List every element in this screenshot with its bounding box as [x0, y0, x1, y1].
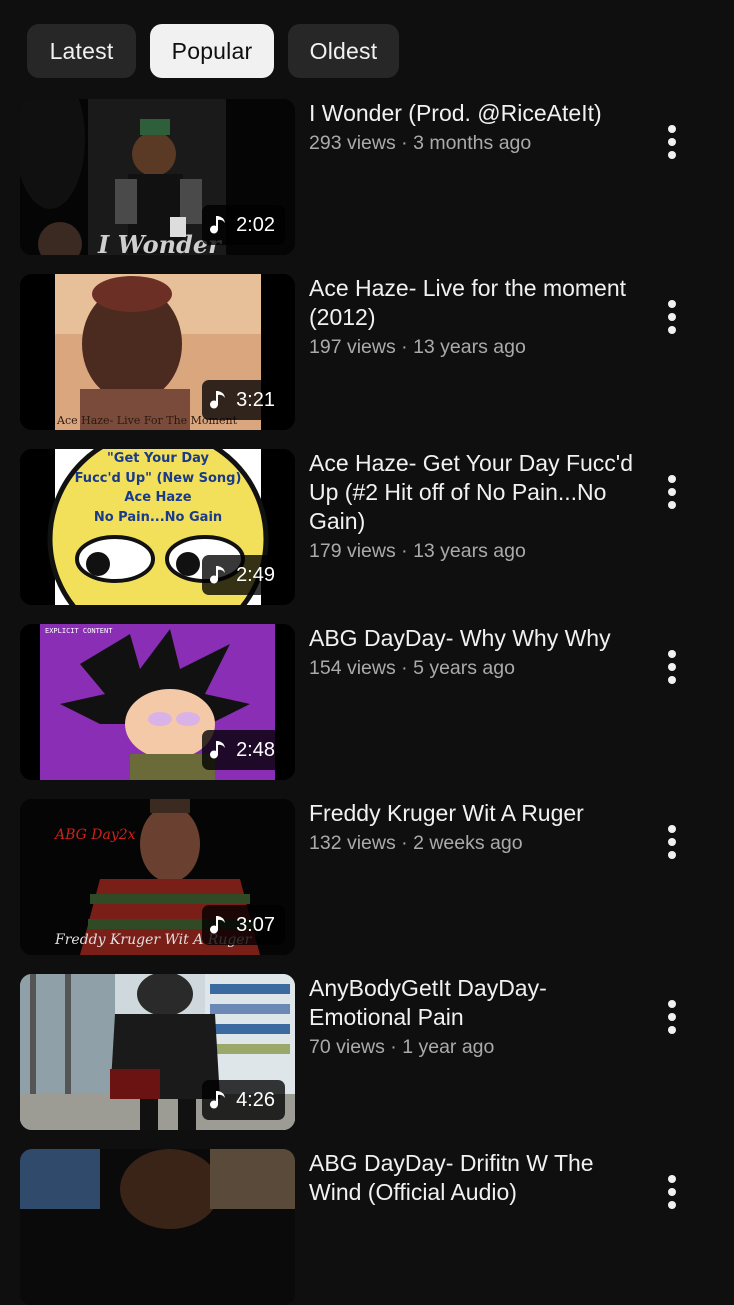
- filter-chip-oldest[interactable]: Oldest: [288, 24, 399, 78]
- video-item[interactable]: ABG DayDay- Drifitn W The Wind (Official…: [20, 1149, 720, 1305]
- duration-text: 2:48: [236, 738, 275, 761]
- filter-chip-popular[interactable]: Popular: [150, 24, 274, 78]
- view-count: 179 views: [309, 540, 396, 562]
- view-count: 132 views: [309, 832, 396, 854]
- video-meta: 154 views · 5 years ago: [309, 654, 639, 682]
- video-thumbnail[interactable]: EXPLICIT CONTENT 2:48: [20, 624, 295, 780]
- upload-age: 5 years ago: [413, 657, 515, 679]
- filter-chips: Latest Popular Oldest: [27, 24, 399, 78]
- view-count: 70 views: [309, 1036, 385, 1058]
- music-note-icon: [210, 566, 226, 584]
- meta-separator: ·: [395, 336, 414, 358]
- video-title[interactable]: Ace Haze- Get Your Day Fucc'd Up (#2 Hit…: [309, 449, 639, 536]
- duration-badge: 3:07: [202, 905, 285, 945]
- video-title[interactable]: Freddy Kruger Wit A Ruger: [309, 799, 639, 828]
- more-vert-icon[interactable]: [660, 825, 684, 859]
- more-vert-icon[interactable]: [660, 650, 684, 684]
- thumbnail-text: "Get Your Day: [107, 451, 210, 466]
- more-vert-icon[interactable]: [660, 300, 684, 334]
- meta-separator: ·: [395, 832, 414, 854]
- meta-separator: ·: [395, 657, 414, 679]
- music-note-icon: [210, 391, 226, 409]
- duration-text: 2:02: [236, 213, 275, 236]
- upload-age: 1 year ago: [402, 1036, 495, 1058]
- video-thumbnail[interactable]: I Wonder 2:02: [20, 99, 295, 255]
- video-info: Ace Haze- Get Your Day Fucc'd Up (#2 Hit…: [309, 449, 639, 565]
- video-thumbnail[interactable]: ABG Day2x Freddy Kruger Wit A Ruger 3:07: [20, 799, 295, 955]
- video-item[interactable]: 4:26 AnyBodyGetIt DayDay- Emotional Pain…: [20, 974, 720, 1130]
- video-info: ABG DayDay- Why Why Why 154 views · 5 ye…: [309, 624, 639, 682]
- duration-text: 3:07: [236, 913, 275, 936]
- meta-separator: ·: [395, 132, 414, 154]
- music-note-icon: [210, 741, 226, 759]
- video-thumbnail[interactable]: Ace Haze- Live For The Moment 3:21: [20, 274, 295, 430]
- upload-age: 13 years ago: [413, 336, 526, 358]
- view-count: 197 views: [309, 336, 396, 358]
- video-info: Ace Haze- Live for the moment (2012) 197…: [309, 274, 639, 361]
- duration-badge: 4:26: [202, 1080, 285, 1120]
- video-item[interactable]: EXPLICIT CONTENT 2:48 ABG DayDay- Why Wh…: [20, 624, 720, 780]
- video-title[interactable]: AnyBodyGetIt DayDay- Emotional Pain: [309, 974, 639, 1032]
- duration-badge: 2:02: [202, 205, 285, 245]
- more-vert-icon[interactable]: [660, 475, 684, 509]
- filter-chip-latest[interactable]: Latest: [27, 24, 136, 78]
- upload-age: 3 months ago: [413, 132, 532, 154]
- upload-age: 2 weeks ago: [413, 832, 523, 854]
- video-meta: 293 views · 3 months ago: [309, 129, 639, 157]
- duration-badge: 2:49: [202, 555, 285, 595]
- video-thumbnail[interactable]: [20, 1149, 295, 1305]
- video-info: I Wonder (Prod. @RiceAteIt) 293 views · …: [309, 99, 639, 157]
- video-meta: 179 views · 13 years ago: [309, 537, 639, 565]
- video-meta: 70 views · 1 year ago: [309, 1033, 639, 1061]
- video-meta: 197 views · 13 years ago: [309, 333, 639, 361]
- video-title[interactable]: ABG DayDay- Why Why Why: [309, 624, 639, 653]
- video-title[interactable]: I Wonder (Prod. @RiceAteIt): [309, 99, 639, 128]
- video-thumbnail[interactable]: "Get Your Day Fucc'd Up" (New Song) Ace …: [20, 449, 295, 605]
- video-title[interactable]: ABG DayDay- Drifitn W The Wind (Official…: [309, 1149, 639, 1207]
- thumbnail-text: No Pain...No Gain: [94, 510, 222, 525]
- thumbnail-text: Fucc'd Up" (New Song): [75, 471, 242, 486]
- video-info: AnyBodyGetIt DayDay- Emotional Pain 70 v…: [309, 974, 639, 1061]
- more-vert-icon[interactable]: [660, 1175, 684, 1209]
- music-note-icon: [210, 916, 226, 934]
- view-count: 293 views: [309, 132, 396, 154]
- more-vert-icon[interactable]: [660, 1000, 684, 1034]
- video-thumbnail[interactable]: 4:26: [20, 974, 295, 1130]
- duration-text: 3:21: [236, 388, 275, 411]
- thumbnail-art: [20, 1149, 295, 1305]
- video-info: Freddy Kruger Wit A Ruger 132 views · 2 …: [309, 799, 639, 857]
- music-note-icon: [210, 216, 226, 234]
- video-title[interactable]: Ace Haze- Live for the moment (2012): [309, 274, 639, 332]
- more-vert-icon[interactable]: [660, 125, 684, 159]
- thumbnail-text: EXPLICIT CONTENT: [45, 627, 113, 635]
- duration-text: 2:49: [236, 563, 275, 586]
- video-item[interactable]: "Get Your Day Fucc'd Up" (New Song) Ace …: [20, 449, 720, 605]
- meta-separator: ·: [384, 1036, 403, 1058]
- video-info: ABG DayDay- Drifitn W The Wind (Official…: [309, 1149, 639, 1207]
- video-item[interactable]: I Wonder 2:02 I Wonder (Prod. @RiceAteIt…: [20, 99, 720, 255]
- music-note-icon: [210, 1091, 226, 1109]
- video-item[interactable]: ABG Day2x Freddy Kruger Wit A Ruger 3:07…: [20, 799, 720, 955]
- video-meta: 132 views · 2 weeks ago: [309, 829, 639, 857]
- upload-age: 13 years ago: [413, 540, 526, 562]
- thumbnail-text: ABG Day2x: [53, 827, 136, 843]
- view-count: 154 views: [309, 657, 396, 679]
- duration-badge: 3:21: [202, 380, 285, 420]
- meta-separator: ·: [395, 540, 414, 562]
- duration-text: 4:26: [236, 1088, 275, 1111]
- thumbnail-text: Ace Haze: [124, 490, 191, 505]
- duration-badge: 2:48: [202, 730, 285, 770]
- video-item[interactable]: Ace Haze- Live For The Moment 3:21 Ace H…: [20, 274, 720, 430]
